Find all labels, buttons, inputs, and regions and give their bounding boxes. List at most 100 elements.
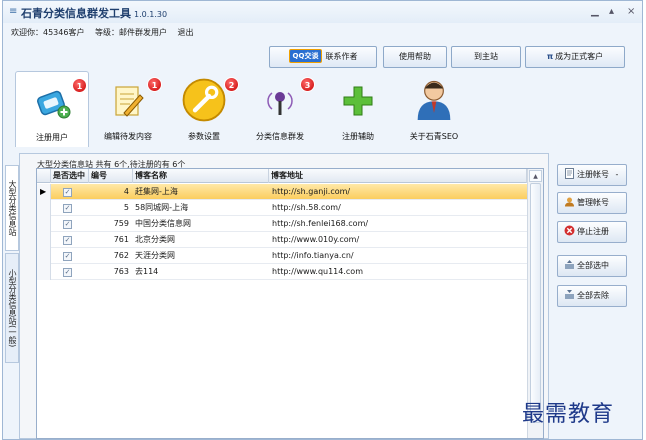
- title-bar[interactable]: ≡ 石青分类信息群发工具 1.0.1.30 ▁ ▴ ×: [3, 1, 642, 23]
- row-url: http://sh.fenlei168.com/: [272, 219, 369, 228]
- site-category-tabs: 大型分类信息站 小型分类信息站(一般): [5, 153, 19, 439]
- app-menu-icon[interactable]: ≡: [9, 6, 17, 17]
- clear-all-label: 全部去除: [577, 291, 609, 300]
- ribbon-edit-content[interactable]: 1 编辑待发内容: [91, 71, 165, 147]
- row-url: http://www.010y.com/: [272, 235, 360, 244]
- table-row[interactable]: ✓ 761 北京分类网 http://www.010y.com/: [37, 232, 527, 248]
- ribbon-badge: 1: [72, 78, 87, 93]
- column-header-selected[interactable]: 是否选中: [51, 169, 89, 183]
- ribbon-broadcast[interactable]: 3 分类信息群发: [243, 71, 317, 147]
- row-checkbox[interactable]: ✓: [63, 188, 72, 197]
- welcome-text: 欢迎你：45346客户: [11, 28, 85, 37]
- row-checkbox[interactable]: ✓: [63, 236, 72, 245]
- about-avatar-icon: [417, 80, 451, 120]
- grid-header: 是否选中 编号 博客名称 博客地址: [37, 169, 543, 183]
- qq-chat-badge[interactable]: QQ交谈: [288, 49, 323, 63]
- row-header[interactable]: [37, 216, 51, 232]
- ribbon-badge: 1: [147, 77, 162, 92]
- help-button[interactable]: 使用帮助: [383, 46, 447, 68]
- clear-all-icon: [565, 290, 574, 299]
- manage-account-button[interactable]: 管理帐号: [557, 192, 627, 214]
- stop-register-button[interactable]: 停止注册: [557, 221, 627, 243]
- row-id: 762: [113, 251, 129, 260]
- watermark-text: 最需教育: [522, 402, 615, 427]
- row-checkbox[interactable]: ✓: [63, 204, 72, 213]
- select-all-label: 全部选中: [577, 261, 609, 270]
- row-checkbox[interactable]: ✓: [63, 252, 72, 261]
- row-checkbox[interactable]: ✓: [63, 268, 72, 277]
- dropdown-arrow-icon: -: [615, 170, 619, 179]
- register-account-button[interactable]: 注册帐号 -: [557, 164, 627, 186]
- row-header[interactable]: [37, 264, 51, 280]
- row-header-column: [37, 169, 51, 183]
- manage-account-label: 管理帐号: [577, 198, 609, 207]
- upgrade-button[interactable]: π 成为正式客户: [525, 46, 625, 68]
- ribbon-label: 分类信息群发: [256, 132, 304, 141]
- row-name: 中国分类信息网: [135, 219, 191, 228]
- stop-register-label: 停止注册: [577, 227, 609, 236]
- ribbon-toolbar: 1 注册用户 1 编辑待发内容 2 参数设置 3 分类信息群发 注册辅助 关于石…: [3, 71, 642, 149]
- row-checkbox[interactable]: ✓: [63, 220, 72, 229]
- table-row[interactable]: ✓ 762 天涯分类网 http://info.tianya.cn/: [37, 248, 527, 264]
- table-row[interactable]: ✓ 5 58同城网-上海 http://sh.58.com/: [37, 200, 527, 216]
- edit-content-icon: [115, 86, 144, 117]
- ribbon-badge: 2: [224, 77, 239, 92]
- ribbon-register-helper[interactable]: 注册辅助: [321, 71, 395, 147]
- upgrade-label: 成为正式客户: [555, 52, 604, 61]
- user-level: 等级：邮件群发用户: [95, 28, 167, 37]
- plus-icon: [343, 86, 373, 116]
- row-header[interactable]: [37, 200, 51, 216]
- upgrade-icon: π: [546, 52, 554, 61]
- ribbon-badge: 3: [300, 77, 315, 92]
- close-button[interactable]: ×: [627, 6, 635, 17]
- table-row[interactable]: ✓ 759 中国分类信息网 http://sh.fenlei168.com/: [37, 216, 527, 232]
- restore-button[interactable]: ▴: [609, 6, 614, 17]
- clear-all-button[interactable]: 全部去除: [557, 285, 627, 307]
- row-url: http://sh.ganji.com/: [272, 187, 351, 196]
- table-row[interactable]: ✓ 763 去114 http://www.qu114.com: [37, 264, 527, 280]
- row-header[interactable]: ▶: [37, 184, 51, 200]
- minimize-button[interactable]: ▁: [591, 6, 599, 17]
- column-header-name[interactable]: 博客名称: [133, 169, 269, 183]
- window-title: 石青分类信息群发工具 1.0.1.30: [21, 7, 168, 20]
- manage-icon: [565, 197, 574, 207]
- document-icon: [565, 168, 574, 179]
- tab-large-sites[interactable]: 大型分类信息站: [5, 165, 19, 251]
- top-toolbar: QQ交谈 联系作者 使用帮助 到主站 π 成为正式客户: [3, 46, 642, 68]
- table-row[interactable]: ▶ ✓ 4 赶集网-上海 http://sh.ganji.com/: [37, 184, 527, 200]
- ribbon-label: 注册辅助: [342, 132, 374, 141]
- broadcast-icon: [267, 92, 293, 115]
- tab-small-sites[interactable]: 小型分类信息站(一般): [5, 253, 19, 363]
- ribbon-label: 参数设置: [188, 132, 220, 141]
- user-info-bar: 欢迎你：45346客户 等级：邮件群发用户 退出: [11, 27, 202, 38]
- app-version: 1.0.1.30: [134, 10, 168, 19]
- column-header-url[interactable]: 博客地址: [269, 169, 527, 183]
- row-header[interactable]: [37, 232, 51, 248]
- select-all-button[interactable]: 全部选中: [557, 255, 627, 277]
- ribbon-settings[interactable]: 2 参数设置: [167, 71, 241, 147]
- row-url: http://www.qu114.com: [272, 267, 363, 276]
- ribbon-register-user[interactable]: 1 注册用户: [15, 71, 89, 147]
- contact-author-button[interactable]: QQ交谈 联系作者: [269, 46, 377, 68]
- row-name: 赶集网-上海: [135, 187, 178, 196]
- app-window: ≡ 石青分类信息群发工具 1.0.1.30 ▁ ▴ × 欢迎你：45346客户 等…: [2, 0, 643, 440]
- row-name: 天涯分类网: [135, 251, 175, 260]
- scrollbar-thumb[interactable]: [530, 183, 541, 423]
- column-header-id[interactable]: 编号: [89, 169, 133, 183]
- register-user-icon: [37, 90, 71, 119]
- register-account-label: 注册帐号: [577, 170, 609, 179]
- logout-link[interactable]: 退出: [178, 28, 194, 37]
- ribbon-label: 编辑待发内容: [104, 132, 152, 141]
- row-pointer-icon: ▶: [40, 187, 47, 196]
- row-name: 北京分类网: [135, 235, 175, 244]
- scroll-up-arrow[interactable]: ▲: [529, 170, 542, 182]
- row-id: 5: [123, 203, 129, 212]
- row-name: 去114: [135, 267, 159, 276]
- ribbon-about[interactable]: 关于石青SEO: [397, 71, 471, 147]
- ribbon-label: 关于石青SEO: [409, 132, 459, 141]
- row-url: http://sh.58.com/: [272, 203, 341, 212]
- row-id: 4: [123, 187, 129, 196]
- main-site-button[interactable]: 到主站: [451, 46, 521, 68]
- site-grid: 是否选中 编号 博客名称 博客地址 ▶ ✓ 4 赶集网-上海 http://sh…: [36, 168, 544, 439]
- row-header[interactable]: [37, 248, 51, 264]
